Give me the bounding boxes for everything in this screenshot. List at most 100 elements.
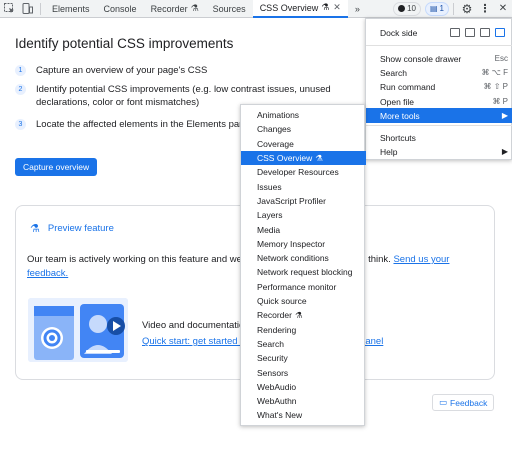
menu-item-open-file[interactable]: Open file ⌘ P [366,94,512,109]
menu-item-label: Coverage [257,138,294,149]
more-tools-item-sensors[interactable]: Sensors [241,365,366,379]
menu-item-label: Shortcuts [380,132,416,143]
tab-console[interactable]: Console [97,0,144,18]
menu-item-label: Recorder [257,310,292,321]
toolbar-divider [453,2,454,15]
experiment-flask-icon: ⚗ [30,223,40,235]
tab-recorder[interactable]: Recorder ⚗ [144,0,206,18]
more-tools-item-recorder[interactable]: Recorder ⚗ [241,308,366,322]
more-tools-item-whats-new[interactable]: What's New [241,408,366,422]
tab-label: Recorder [150,3,188,14]
menu-item-label: Layers [257,210,283,221]
tab-label: Elements [52,3,90,14]
menu-item-label: Quick source [257,296,307,307]
capture-overview-button[interactable]: Capture overview [15,158,98,176]
device-toolbar-icon[interactable] [18,0,36,18]
message-count: 1 [439,4,444,13]
more-tools-item-network-request-blocking[interactable]: Network request blocking [241,265,366,279]
step-number: 2 [15,84,26,95]
customize-devtools-menu: Dock side Show console drawer Esc Search… [365,18,512,160]
menu-item-label: Network request blocking [257,267,353,278]
error-count: 10 [407,4,416,13]
message-count-badge[interactable]: ▤ 1 [424,1,449,16]
menu-item-label: Help [380,146,398,157]
more-tools-item-security[interactable]: Security [241,351,366,365]
experiment-flask-icon: ⚗ [315,152,323,163]
menu-item-label: Changes [257,124,292,135]
menu-item-label: Search [380,67,407,78]
dock-right-icon[interactable] [495,28,505,37]
feedback-button[interactable]: ▭ Feedback [432,394,495,411]
menu-item-shortcut: ⌘ ⌥ F [481,68,508,77]
menu-item-search[interactable]: Search ⌘ ⌥ F [366,65,512,80]
menu-divider [366,45,512,46]
menu-item-run-command[interactable]: Run command ⌘ ⇧ P [366,79,512,94]
more-tools-item-performance-monitor[interactable]: Performance monitor [241,280,366,294]
more-tools-item-javascript-profiler[interactable]: JavaScript Profiler [241,194,366,208]
tab-label: Sources [212,3,246,14]
video-thumbnail-art [28,298,128,362]
more-tools-item-coverage[interactable]: Coverage [241,137,366,151]
inspect-element-icon[interactable] [0,0,18,18]
step-text: Capture an overview of your page's CSS [36,65,208,76]
dock-bottom-icon[interactable] [480,28,490,37]
menu-item-label: More tools [380,110,420,121]
close-devtools-icon[interactable]: ✕ [494,0,512,18]
more-tools-item-layers[interactable]: Layers [241,208,366,222]
tab-label: Console [103,3,137,14]
tab-elements[interactable]: Elements [45,0,97,18]
experiment-flask-icon: ⚗ [321,2,330,12]
step-text: Locate the affected elements in the Elem… [36,119,252,130]
menu-item-label: WebAudio [257,381,297,392]
undock-icon[interactable] [450,28,460,37]
more-tools-item-webauthn[interactable]: WebAuthn [241,394,366,408]
page-title: Identify potential CSS improvements [15,36,234,51]
menu-item-label: Issues [257,181,282,192]
video-thumbnail[interactable] [28,298,128,362]
step-number: 1 [15,65,26,76]
menu-item-show-console-drawer[interactable]: Show console drawer Esc [366,51,512,66]
menu-item-label: Animations [257,110,300,121]
tab-css-overview[interactable]: CSS Overview ⚗ ✕ [252,0,348,18]
more-tools-item-media[interactable]: Media [241,222,366,236]
more-tools-item-network-conditions[interactable]: Network conditions [241,251,366,265]
menu-item-label: Rendering [257,324,297,335]
menu-item-label: Open file [380,96,415,107]
more-tools-item-issues[interactable]: Issues [241,180,366,194]
feedback-icon: ▭ [439,397,448,407]
close-tab-icon[interactable]: ✕ [333,2,341,13]
more-tools-item-search[interactable]: Search [241,337,366,351]
tab-label: CSS Overview [259,2,319,13]
error-count-badge[interactable]: 10 [393,1,421,16]
kebab-menu-icon[interactable]: ⋮ [476,0,494,18]
menu-item-label: Search [257,338,284,349]
experiment-flask-icon: ⚗ [294,309,303,320]
message-icon: ▤ [429,4,438,13]
more-tabs-button[interactable]: » [348,0,367,18]
step-item: 1 Capture an overview of your page's CSS [15,64,375,77]
menu-item-label: WebAuthn [257,396,297,407]
more-tools-item-css-overview[interactable]: CSS Overview ⚗ [241,150,366,166]
menu-item-label: Media [257,224,281,235]
more-tools-item-memory-inspector[interactable]: Memory Inspector [241,237,366,251]
more-tools-item-animations[interactable]: Animations [241,108,366,122]
more-tools-item-developer-resources[interactable]: Developer Resources [241,165,366,179]
more-tools-item-changes[interactable]: Changes [241,122,366,136]
dock-side-row: Dock side [366,25,512,40]
dock-side-label: Dock side [380,27,418,38]
dock-left-icon[interactable] [465,28,475,37]
more-tools-item-quick-source[interactable]: Quick source [241,294,366,308]
more-tools-item-webaudio[interactable]: WebAudio [241,380,366,394]
devtools-tabbar: Elements Console Recorder ⚗ Sources CSS O… [0,0,512,18]
menu-item-label: Performance monitor [257,281,337,292]
menu-item-shortcut: Esc [494,54,508,63]
menu-item-shortcut: ⌘ P [492,97,508,106]
menu-item-shortcut: ⌘ ⇧ P [483,82,508,91]
menu-item-label: JavaScript Profiler [257,195,326,206]
menu-item-shortcuts[interactable]: Shortcuts [366,130,512,145]
settings-gear-icon[interactable]: ⚙ [458,0,476,18]
menu-item-more-tools[interactable]: More tools ▶ [366,108,512,123]
tab-sources[interactable]: Sources [206,0,253,18]
menu-item-help[interactable]: Help ▶ [366,144,512,159]
more-tools-item-rendering[interactable]: Rendering [241,323,366,337]
